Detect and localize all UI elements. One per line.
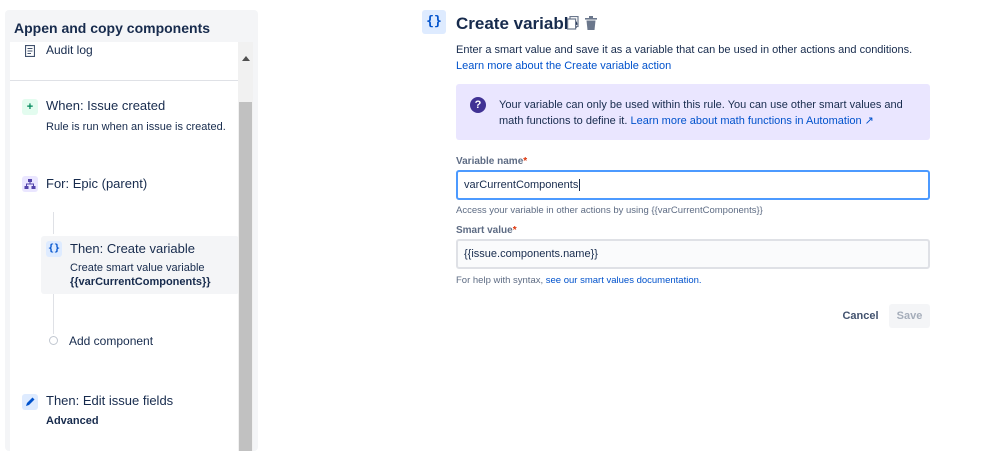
cancel-button[interactable]: Cancel [838, 304, 883, 328]
learn-more-create-variable-link[interactable]: Learn more about the Create variable act… [456, 60, 671, 72]
scrollbar-thumb[interactable] [239, 102, 252, 451]
branch-icon [22, 176, 38, 192]
variable-name-label: Variable name* [456, 156, 528, 167]
action-create-variable-title: Then: Create variable [70, 241, 196, 256]
info-panel: ? Your variable can only be used within … [456, 84, 930, 140]
trigger-title: When: Issue created [46, 98, 166, 113]
action-create-variable-name: {{varCurrentComponents}} [70, 276, 211, 288]
braces-icon: {} [422, 10, 446, 34]
question-icon: ? [470, 97, 486, 113]
branch-connector [53, 212, 54, 234]
smart-value-input[interactable]: {{issue.components.name}} [456, 239, 930, 269]
smart-values-docs-link[interactable]: see our smart values documentation. [546, 275, 702, 286]
smart-value-label: Smart value* [456, 225, 517, 236]
page-title: Create variable [456, 14, 578, 33]
action-description: Enter a smart value and save it as a var… [456, 42, 936, 74]
braces-icon: {} [46, 241, 62, 257]
rule-title: Appen and copy components [14, 20, 211, 36]
action-edit-issue-subtitle: Advanced [46, 415, 99, 427]
info-text: Your variable can only be used within th… [499, 97, 919, 129]
variable-name-input[interactable]: varCurrentComponents [456, 170, 930, 200]
copy-icon[interactable] [567, 15, 579, 33]
learn-more-math-link[interactable]: Learn more about math functions in Autom… [630, 115, 873, 127]
smart-value-help: For help with syntax, see our smart valu… [456, 275, 702, 286]
save-button[interactable]: Save [889, 304, 930, 328]
audit-log-label: Audit log [46, 43, 93, 57]
branch-connector [53, 294, 54, 334]
sidebar-scrollbar[interactable] [238, 42, 253, 451]
plus-icon: + [22, 99, 38, 115]
rule-component-list: Audit log + When: Issue created Rule is … [10, 42, 238, 451]
trash-icon[interactable] [585, 16, 597, 33]
circle-icon [49, 336, 58, 345]
variable-name-help: Access your variable in other actions by… [456, 205, 763, 216]
trigger-subtitle: Rule is run when an issue is created. [46, 121, 226, 133]
action-create-variable-item[interactable]: {} Then: Create variable Create smart va… [41, 236, 238, 294]
pencil-icon [22, 394, 38, 410]
document-icon [24, 44, 36, 62]
add-component-label: Add component [69, 334, 154, 348]
branch-title: For: Epic (parent) [46, 176, 148, 191]
rule-sidebar: Appen and copy components Audit log + Wh… [5, 10, 258, 451]
action-edit-issue-title: Then: Edit issue fields [46, 393, 174, 408]
scroll-up-icon[interactable] [242, 56, 250, 61]
divider [10, 80, 238, 81]
description-text: Enter a smart value and save it as a var… [456, 44, 913, 56]
action-create-variable-subtitle: Create smart value variable [70, 262, 205, 274]
